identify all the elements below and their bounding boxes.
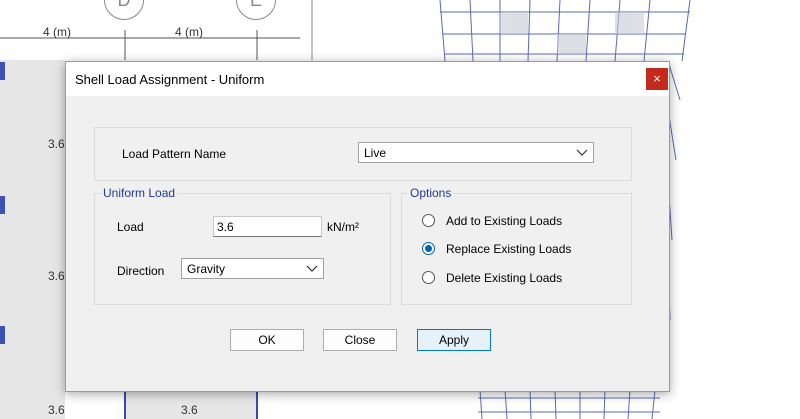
- direction-label: Direction: [117, 264, 165, 278]
- apply-button[interactable]: Apply: [417, 329, 491, 351]
- load-pattern-label: Load Pattern Name: [122, 147, 227, 161]
- direction-value: Gravity: [187, 262, 226, 276]
- uniform-load-group: Uniform Load Load 3.6 kN/m² Direction Gr…: [94, 186, 391, 305]
- replace-existing-radio[interactable]: [422, 242, 435, 255]
- options-group-label: Options: [408, 186, 454, 200]
- delete-existing-label[interactable]: Delete Existing Loads: [446, 271, 562, 285]
- load-pattern-value: Live: [364, 146, 387, 160]
- close-button[interactable]: Close: [323, 329, 397, 351]
- dimension-label: 4 (m): [43, 25, 71, 39]
- delete-existing-radio[interactable]: [422, 271, 435, 284]
- shell-load-label: 3.6: [181, 403, 198, 417]
- title-bar[interactable]: Shell Load Assignment - Uniform ×: [66, 62, 669, 96]
- add-existing-radio[interactable]: [422, 214, 435, 227]
- replace-existing-label[interactable]: Replace Existing Loads: [446, 242, 571, 256]
- load-value: 3.6: [217, 220, 234, 234]
- load-pattern-panel: Load Pattern Name Live: [94, 127, 632, 181]
- load-value-input[interactable]: 3.6: [213, 216, 322, 237]
- load-pattern-select[interactable]: Live: [358, 142, 594, 163]
- options-group: Options Add to Existing Loads Replace Ex…: [401, 186, 632, 305]
- ok-button[interactable]: OK: [230, 329, 304, 351]
- shell-load-label: 3.6: [48, 403, 65, 417]
- load-label: Load: [117, 220, 144, 234]
- shell-load-label: 3.6: [48, 137, 65, 151]
- uniform-load-group-label: Uniform Load: [101, 186, 178, 200]
- shell-load-label: 3.6: [48, 269, 65, 283]
- close-icon[interactable]: ×: [646, 68, 668, 90]
- chevron-down-icon: [306, 265, 318, 272]
- add-existing-label[interactable]: Add to Existing Loads: [446, 214, 562, 228]
- load-unit-label: kN/m²: [327, 220, 359, 234]
- direction-select[interactable]: Gravity: [181, 258, 324, 279]
- shell-load-assignment-dialog: Shell Load Assignment - Uniform × Load P…: [65, 61, 670, 392]
- chevron-down-icon: [576, 149, 588, 156]
- dimension-label: 4 (m): [175, 25, 203, 39]
- dialog-title: Shell Load Assignment - Uniform: [75, 72, 265, 87]
